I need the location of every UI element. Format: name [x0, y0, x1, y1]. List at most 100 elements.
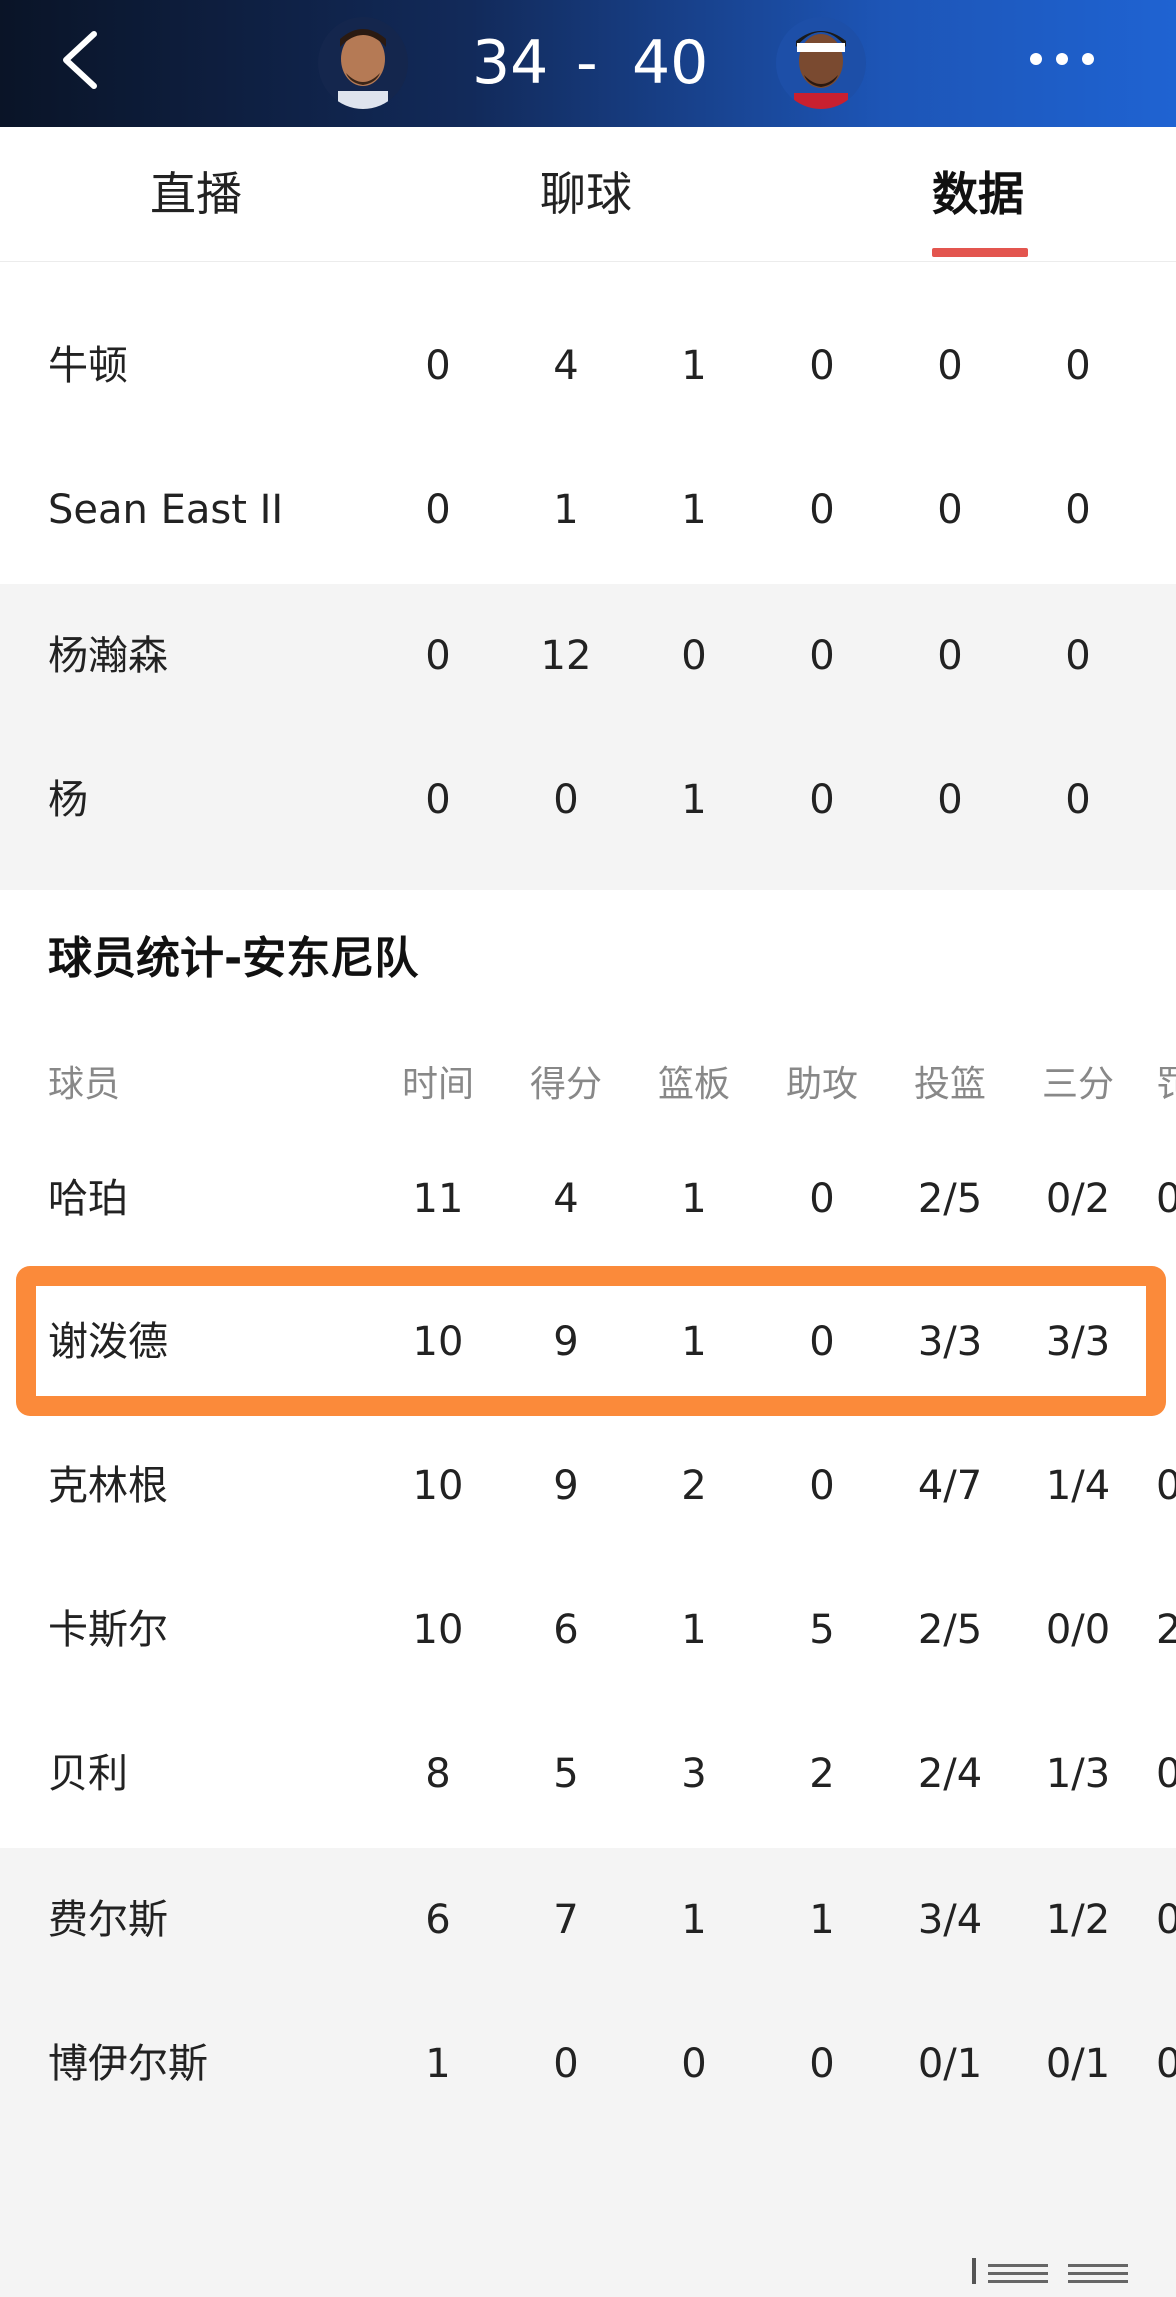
- watermark-lines-icon: [972, 2258, 1128, 2284]
- column-header[interactable]: 得分: [524, 1050, 608, 1120]
- stat-cell: 3/3: [917, 1319, 983, 1365]
- column-header[interactable]: 三分: [1036, 1050, 1120, 1120]
- stat-cell: 0: [809, 633, 835, 679]
- stat-cell: 1: [681, 1897, 707, 1943]
- score-header: 34 - 40: [0, 0, 1176, 127]
- table-row: 博伊尔斯 1 0 0 0 0/1 0/1 0: [0, 1992, 1176, 2240]
- table-row: 克林根 10 9 2 0 4/7 1/4 0: [0, 1414, 1176, 1558]
- stat-cell: 2: [809, 1751, 835, 1797]
- stat-cell: 0/1: [917, 2041, 983, 2087]
- stat-cell: 11: [412, 1176, 464, 1222]
- stat-cell: 0: [809, 343, 835, 389]
- stat-cell: 2/5: [917, 1176, 983, 1222]
- table-header-row: 球员 时间 得分 篮板 助攻 投篮 三分 罚: [0, 1050, 1176, 1120]
- player-name[interactable]: 博伊尔斯: [48, 1992, 368, 2136]
- player-name[interactable]: 哈珀: [48, 1127, 368, 1271]
- table-row: 牛顿 0 4 1 0 0 0: [0, 294, 1176, 438]
- stat-cell: 1/3: [1045, 1751, 1111, 1797]
- home-score: 34: [472, 28, 549, 98]
- stat-cell: 6: [425, 1897, 451, 1943]
- column-header[interactable]: 投篮: [908, 1050, 992, 1120]
- back-arrow-icon[interactable]: [56, 30, 106, 90]
- stat-cell: 0/0: [1045, 1607, 1111, 1653]
- stat-cell: 3/3: [1045, 1319, 1111, 1365]
- table-row: 杨 0 0 1 0 0 0: [0, 728, 1176, 890]
- stat-cell: 0/1: [1045, 2041, 1111, 2087]
- stat-cell: 1: [425, 2041, 451, 2087]
- player-name[interactable]: 克林根: [48, 1414, 368, 1558]
- stat-cell: 0: [1065, 777, 1091, 823]
- stat-cell: 2: [681, 1463, 707, 1509]
- stat-cell: 0: [809, 1176, 835, 1222]
- stat-cell: 2: [1156, 1607, 1176, 1653]
- stat-cell: 1: [681, 487, 707, 533]
- stat-cell: 3: [681, 1751, 707, 1797]
- stat-cell: 2/5: [917, 1607, 983, 1653]
- table-row: 贝利 8 5 3 2 2/4 1/3 0: [0, 1702, 1176, 1846]
- more-options-icon[interactable]: [1030, 50, 1130, 70]
- stat-cell: 10: [412, 1607, 464, 1653]
- stat-cell: 1: [681, 1607, 707, 1653]
- stat-cell: 0: [425, 777, 451, 823]
- section-title: 球员统计-安东尼队: [48, 933, 419, 984]
- stat-cell: 3/4: [917, 1897, 983, 1943]
- stat-cell: 0: [1065, 343, 1091, 389]
- player-name[interactable]: 谢泼德: [48, 1270, 368, 1414]
- stat-cell: 1: [681, 343, 707, 389]
- stat-cell: 0: [1065, 633, 1091, 679]
- table-row: 费尔斯 6 7 1 1 3/4 1/2 0: [0, 1848, 1176, 1992]
- stat-cell: 0: [1156, 1897, 1176, 1943]
- stat-cell: 0: [1156, 1751, 1176, 1797]
- stat-cell: 9: [553, 1319, 579, 1365]
- stat-cell: 1: [809, 1897, 835, 1943]
- table-row: Sean East II 0 1 1 0 0 0: [0, 438, 1176, 582]
- stat-cell: 0: [553, 777, 579, 823]
- column-header[interactable]: 时间: [396, 1050, 480, 1120]
- stat-cell: 0: [681, 2041, 707, 2087]
- column-header[interactable]: 篮板: [652, 1050, 736, 1120]
- stat-cell: 0: [1156, 1176, 1176, 1222]
- player-name[interactable]: 贝利: [48, 1702, 368, 1846]
- stat-cell: 12: [540, 633, 592, 679]
- stat-cell: 0: [1156, 1463, 1176, 1509]
- stat-cell: 5: [553, 1751, 579, 1797]
- stat-cell: 5: [809, 1607, 835, 1653]
- stat-cell: 9: [553, 1463, 579, 1509]
- table-row: 卡斯尔 10 6 1 5 2/5 0/0 2: [0, 1558, 1176, 1702]
- stat-cell: 4: [553, 1176, 579, 1222]
- stat-cell: 0: [809, 777, 835, 823]
- stat-cell: 0/2: [1045, 1176, 1111, 1222]
- stat-cell: 0: [809, 1463, 835, 1509]
- tab-stats[interactable]: 数据: [932, 127, 1024, 261]
- stat-cell: 4/7: [917, 1463, 983, 1509]
- stat-cell: 1: [681, 777, 707, 823]
- stat-cell: 0: [1156, 2041, 1176, 2087]
- stat-cell: 1: [681, 1176, 707, 1222]
- player-name[interactable]: 杨: [48, 728, 368, 872]
- column-header: 球员: [48, 1064, 121, 1105]
- stat-cell: 0: [937, 633, 963, 679]
- home-player-avatar[interactable]: [318, 17, 408, 109]
- player-name[interactable]: 卡斯尔: [48, 1558, 368, 1702]
- stat-cell: 8: [425, 1751, 451, 1797]
- player-name[interactable]: 牛顿: [48, 294, 368, 438]
- stat-cell: 10: [412, 1463, 464, 1509]
- stat-cell: 0: [809, 487, 835, 533]
- player-name[interactable]: 费尔斯: [48, 1848, 368, 1992]
- stat-cell: 6: [553, 1607, 579, 1653]
- active-tab-indicator: [932, 248, 1028, 257]
- stat-cell: 0: [937, 487, 963, 533]
- tab-chat[interactable]: 聊球: [540, 127, 632, 261]
- table-row: 哈珀 11 4 1 0 2/5 0/2 0: [0, 1127, 1176, 1271]
- away-player-avatar[interactable]: [776, 17, 866, 109]
- stat-cell: 1: [553, 487, 579, 533]
- column-header[interactable]: 罚: [1156, 1050, 1176, 1120]
- player-name[interactable]: 杨瀚森: [48, 584, 368, 728]
- column-header[interactable]: 助攻: [780, 1050, 864, 1120]
- stat-cell: 0: [809, 1319, 835, 1365]
- stat-cell: 0: [425, 343, 451, 389]
- tab-live[interactable]: 直播: [150, 127, 242, 261]
- stat-cell: 0: [937, 777, 963, 823]
- player-name[interactable]: Sean East II: [48, 438, 368, 582]
- stat-cell: 0: [937, 343, 963, 389]
